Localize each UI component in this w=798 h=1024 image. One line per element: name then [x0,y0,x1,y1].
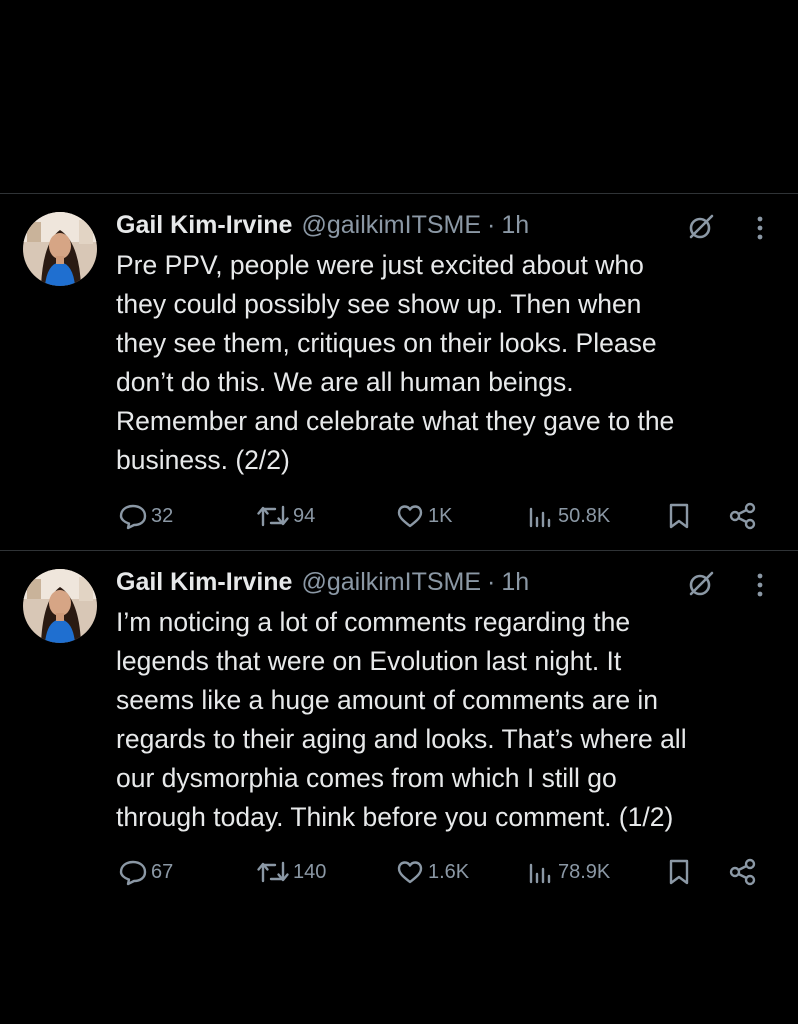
avatar[interactable] [23,212,97,286]
grok-icon[interactable] [686,569,716,599]
views-count: 50.8K [558,504,611,527]
tweet-header: Gail Kim-Irvine @gailkimITSME · 1h [116,208,529,242]
tweet-text: I’m noticing a lot of comments regarding… [116,607,687,832]
author-name[interactable]: Gail Kim-Irvine [116,568,292,597]
views-icon [527,501,555,531]
tweet-divider [0,550,798,551]
repost-icon [256,857,290,887]
repost-count: 140 [293,860,327,883]
tweet-divider [0,193,798,194]
avatar[interactable] [23,569,97,643]
timestamp[interactable]: 1h [501,211,529,240]
like-button[interactable]: 1K [395,496,452,536]
separator-dot: · [487,210,496,239]
tweet[interactable]: Gail Kim-Irvine @gailkimITSME · 1h Pre P… [0,208,798,543]
grok-icon[interactable] [686,212,716,242]
like-icon [395,857,425,887]
tweet-actions: 32 94 1K 50.8K [0,496,798,536]
like-count: 1K [428,504,453,527]
repost-button[interactable]: 94 [256,496,315,536]
reply-button[interactable]: 32 [118,496,173,536]
tweet-actions: 67 140 1.6K 78.9K [0,852,798,892]
share-icon[interactable] [728,852,758,892]
views-button[interactable]: 78.9K [527,852,610,892]
separator-dot: · [487,567,496,596]
repost-icon [256,501,290,531]
tweet-header: Gail Kim-Irvine @gailkimITSME · 1h [116,565,529,599]
reply-count: 32 [151,504,174,527]
bookmark-icon[interactable] [666,852,692,892]
repost-button[interactable]: 140 [256,852,326,892]
author-handle[interactable]: @gailkimITSME [301,568,481,597]
author-handle[interactable]: @gailkimITSME [301,211,481,240]
tweet[interactable]: Gail Kim-Irvine @gailkimITSME · 1h I’m n… [0,565,798,905]
views-button[interactable]: 50.8K [527,496,610,536]
tweet-text: Pre PPV, people were just excited about … [116,250,675,475]
like-button[interactable]: 1.6K [395,852,469,892]
views-icon [527,857,555,887]
author-name[interactable]: Gail Kim-Irvine [116,211,292,240]
more-icon[interactable] [748,571,772,599]
like-icon [395,501,425,531]
share-icon[interactable] [728,496,758,536]
repost-count: 94 [293,504,316,527]
reply-button[interactable]: 67 [118,852,173,892]
like-count: 1.6K [428,860,470,883]
timestamp[interactable]: 1h [501,568,529,597]
more-icon[interactable] [748,214,772,242]
reply-icon [118,501,148,531]
views-count: 78.9K [558,860,611,883]
reply-count: 67 [151,860,174,883]
reply-icon [118,857,148,887]
bookmark-icon[interactable] [666,496,692,536]
